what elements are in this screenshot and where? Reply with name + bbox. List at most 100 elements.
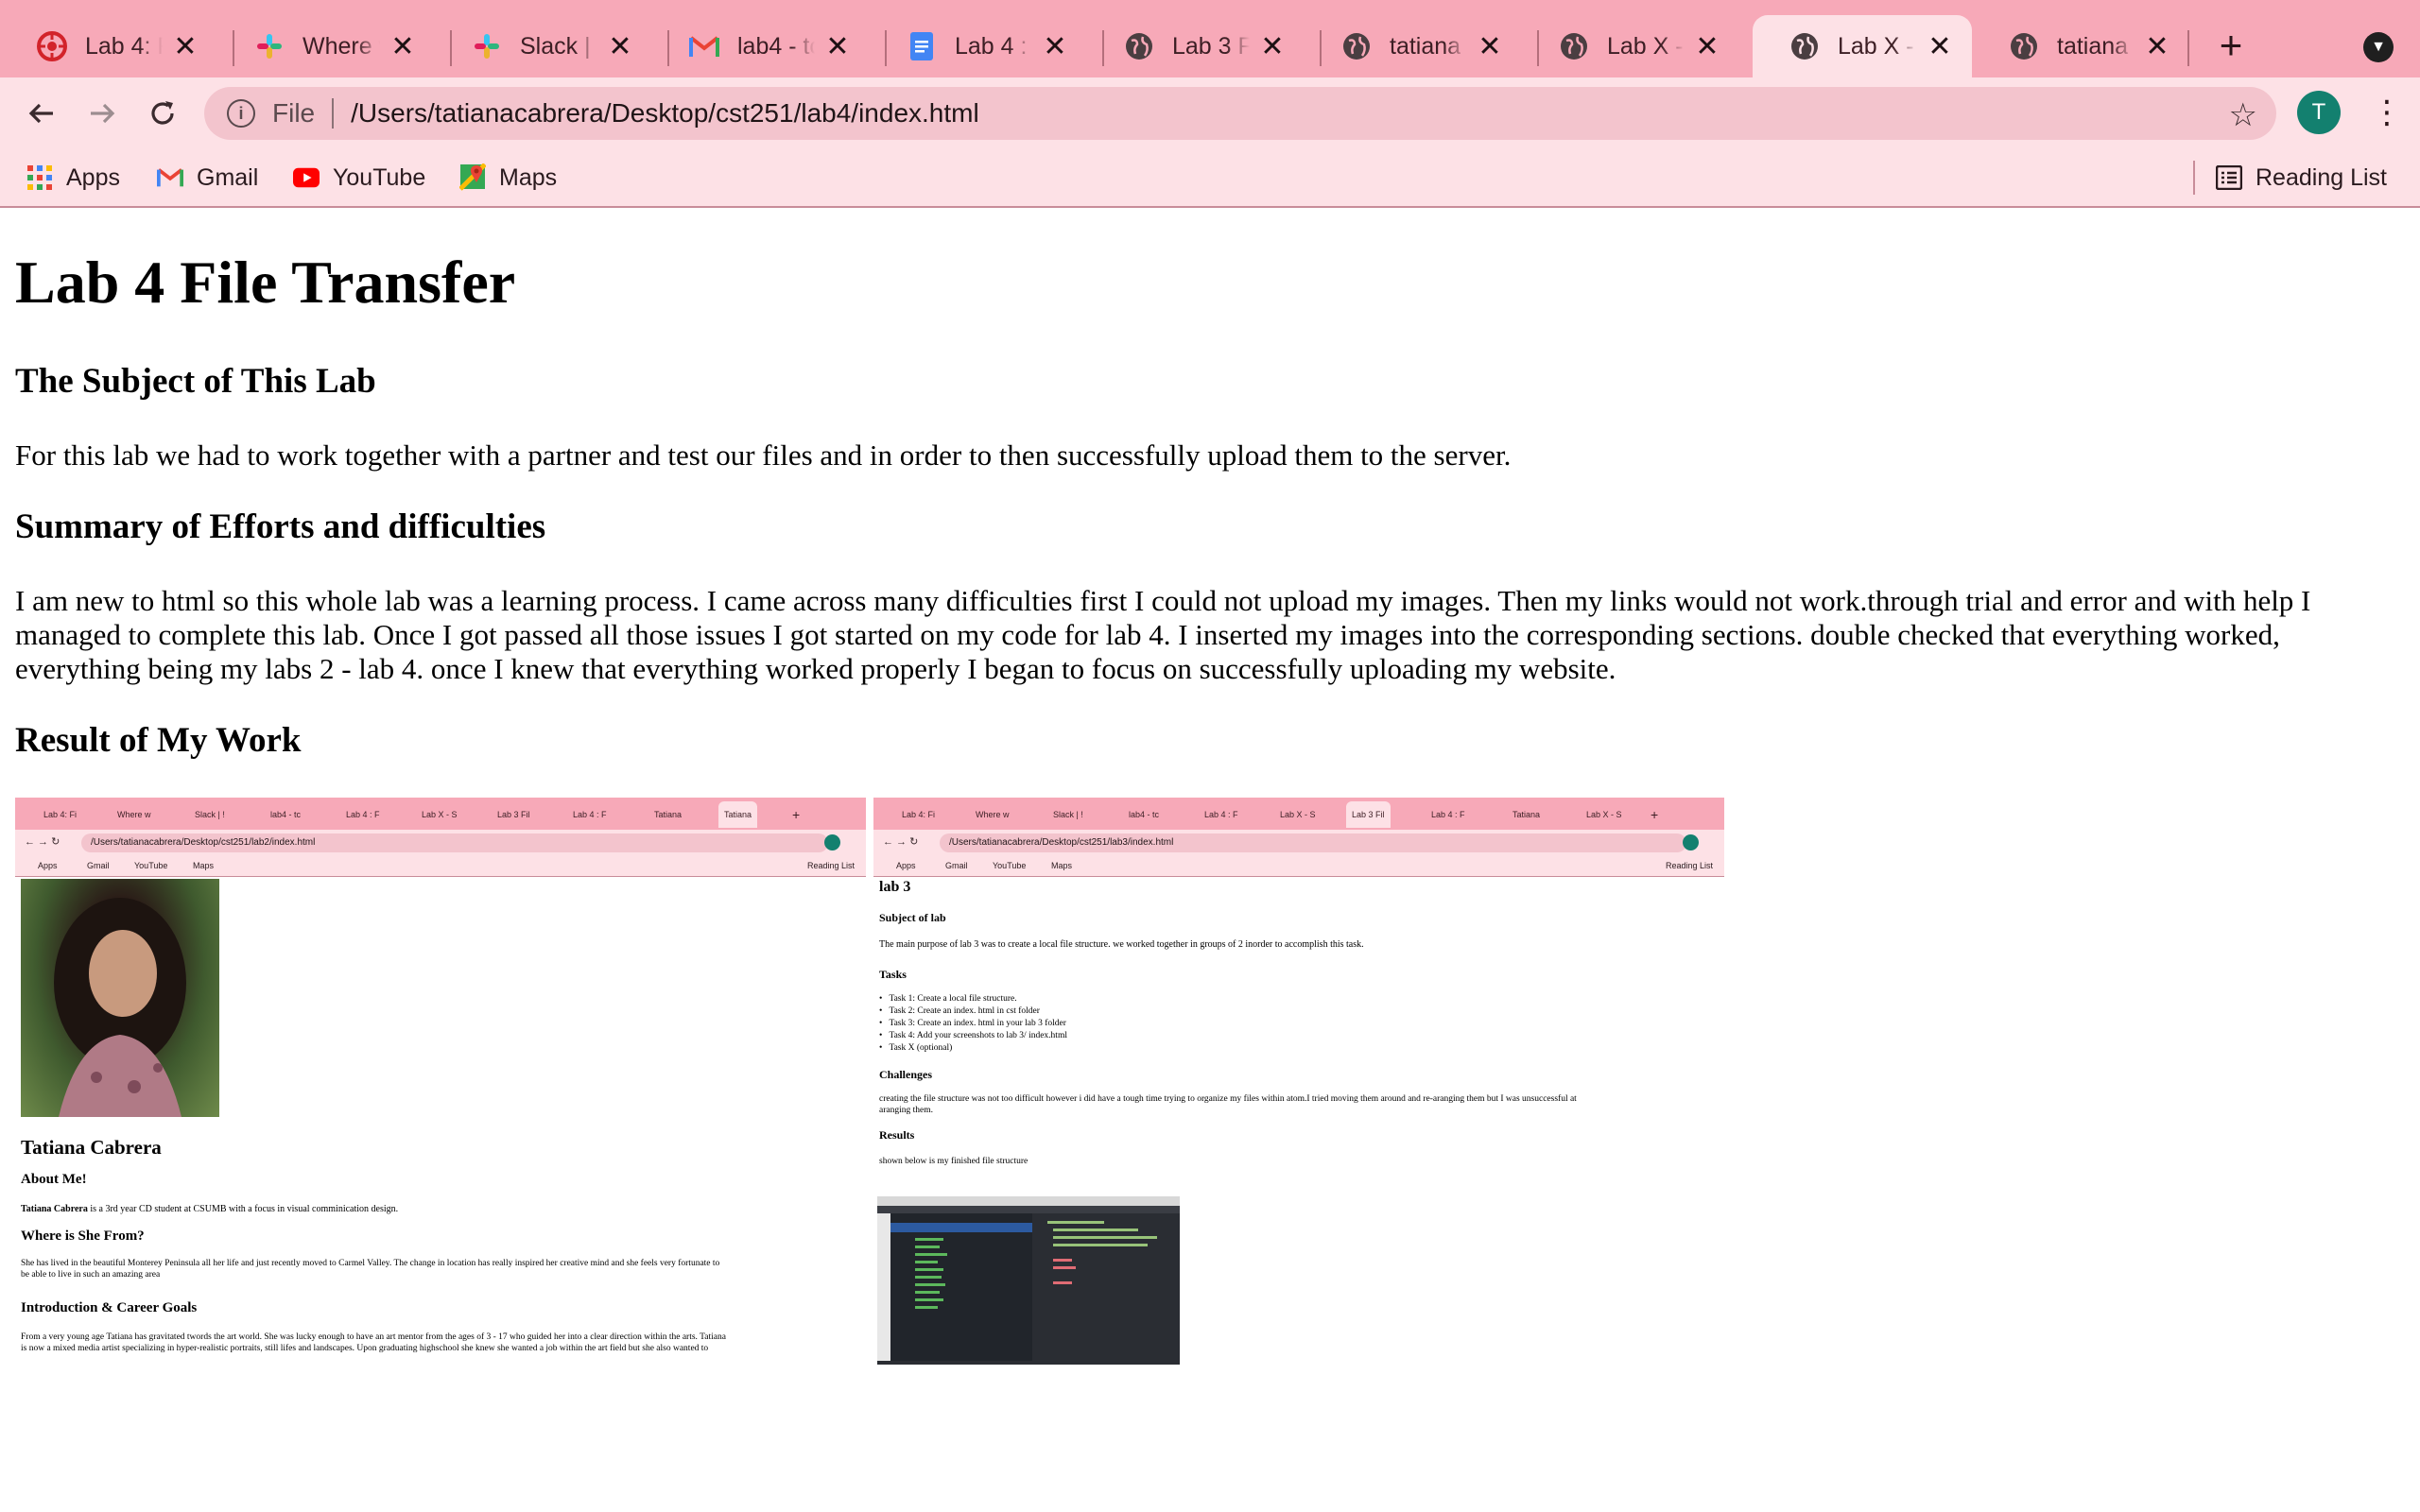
mini-new-tab-icon: + xyxy=(792,807,801,822)
close-icon[interactable]: ✕ xyxy=(1042,31,1068,62)
cstlogo-icon xyxy=(36,30,68,62)
mini-page-body: lab 3 Subject of lab The main purpose of… xyxy=(873,877,1724,1365)
gmail-icon xyxy=(688,30,720,62)
page-title: Lab 4 File Transfer xyxy=(15,249,516,316)
mini-toolbar: ← → ↻ /Users/tatianacabrera/Desktop/cst2… xyxy=(873,830,1724,856)
mini-tab: Lab X - S xyxy=(1280,810,1316,819)
close-icon[interactable]: ✕ xyxy=(389,31,416,62)
mini-tab-strip: Lab 4: Fi Where w Slack | ! lab4 - tc La… xyxy=(15,798,866,830)
mini-challenges-text: aranging them. xyxy=(879,1106,933,1115)
mini-bookmarks-bar: Apps Gmail YouTube Maps Reading List xyxy=(873,856,1724,877)
tab-labx-active[interactable]: Lab X - S ✕ xyxy=(1753,15,1972,77)
slack-icon xyxy=(253,30,285,62)
tab-labx-1[interactable]: Lab X - S ✕ xyxy=(1522,15,1739,77)
mini-about-heading: About Me! xyxy=(21,1172,87,1187)
mini-from-text: be able to live in such an amazing area xyxy=(21,1270,161,1280)
mini-nav-icons: ← → ↻ xyxy=(25,836,60,848)
tab-lab4-file-transfer[interactable]: Lab 4: File Transfer ✕ xyxy=(0,15,217,77)
mini-bookmarks-bar: Apps Gmail YouTube Maps Reading List xyxy=(15,856,866,877)
tab-docs-lab4[interactable]: Lab 4 : Fi ✕ xyxy=(870,15,1087,77)
tab-strip: Lab 4: File Transfer ✕ Where w ✕ Slack |… xyxy=(0,0,2420,77)
tab-tatiana-1[interactable]: tatiana H ✕ xyxy=(1305,15,1522,77)
mini-about-body: is a 3rd year CD student at CSUMB with a… xyxy=(87,1204,399,1214)
reload-icon[interactable] xyxy=(142,93,183,134)
docs-icon xyxy=(906,30,938,62)
mini-intro-text: From a very young age Tatiana has gravit… xyxy=(21,1332,726,1342)
mini-avatar xyxy=(824,834,840,850)
tab-lab3-file[interactable]: Lab 3 File ✕ xyxy=(1087,15,1305,77)
tab-title: Lab 4 : Fi xyxy=(955,32,1032,60)
close-icon[interactable]: ✕ xyxy=(824,31,851,62)
tab-title: Lab X - S xyxy=(1838,32,1917,60)
mini-bookmark: Reading List xyxy=(807,861,856,870)
tab-tatiana-2[interactable]: tatiana H ✕ xyxy=(1972,15,2189,77)
mini-task-item: • Task X (optional) xyxy=(879,1043,953,1053)
bookmark-maps[interactable]: Maps xyxy=(459,161,557,195)
mini-subject-text: The main purpose of lab 3 was to create … xyxy=(879,939,1364,950)
tab-where[interactable]: Where w ✕ xyxy=(217,15,435,77)
tab-title: Where w xyxy=(302,32,380,60)
forward-arrow-icon[interactable] xyxy=(81,93,123,134)
profile-avatar[interactable]: T xyxy=(2297,91,2341,134)
mini-tab: Tatiana xyxy=(1512,810,1541,819)
bookmarks-bar: Apps Gmail YouTube Maps Reading List xyxy=(0,149,2420,208)
mini-results-text: shown below is my finished file structur… xyxy=(879,1157,1028,1166)
close-icon[interactable]: ✕ xyxy=(1259,31,1286,62)
lab2-screenshot: Lab 4: Fi Where w Slack | ! lab4 - tc La… xyxy=(15,798,866,1365)
globe-icon xyxy=(1340,30,1373,62)
mini-tab: lab4 - tc xyxy=(270,810,302,819)
gmail-icon xyxy=(157,164,183,191)
mini-results-heading: Results xyxy=(879,1128,915,1142)
summary-heading: Summary of Efforts and difficulties xyxy=(15,507,546,546)
close-icon[interactable]: ✕ xyxy=(2144,31,2170,62)
tab-title: tatiana H xyxy=(2057,32,2135,60)
tab-search-icon[interactable]: ▼ xyxy=(2363,32,2394,62)
tab-title: Slack | ! xyxy=(520,32,597,60)
tab-title: lab4 - tca xyxy=(737,32,815,60)
mini-bookmark: Apps xyxy=(896,861,916,870)
mini-task-item: • Task 2: Create an index. html in cst f… xyxy=(879,1006,1040,1016)
mini-task-text: Task 3: Create an index. html in your la… xyxy=(889,1019,1066,1028)
close-icon[interactable]: ✕ xyxy=(1477,31,1503,62)
mini-tab: Slack | ! xyxy=(1053,810,1083,819)
mini-new-tab-icon: + xyxy=(1651,807,1659,822)
tab-gmail-lab4[interactable]: lab4 - tca ✕ xyxy=(652,15,870,77)
close-icon[interactable]: ✕ xyxy=(172,31,199,62)
address-url[interactable]: /Users/tatianacabrera/Desktop/cst251/lab… xyxy=(351,98,979,129)
subject-heading: The Subject of This Lab xyxy=(15,362,376,401)
tab-slack[interactable]: Slack | ! ✕ xyxy=(435,15,652,77)
address-scheme-label: File xyxy=(272,98,316,128)
close-icon[interactable]: ✕ xyxy=(607,31,633,62)
bookmark-gmail[interactable]: Gmail xyxy=(157,161,258,195)
address-bar[interactable]: i File /Users/tatianacabrera/Desktop/cst… xyxy=(204,87,2276,140)
mini-tab: lab4 - tc xyxy=(1129,810,1160,819)
mini-task-item: • Task 3: Create an index. html in your … xyxy=(879,1019,1066,1028)
file-structure-screenshot xyxy=(877,1196,1180,1365)
back-arrow-icon[interactable] xyxy=(21,93,62,134)
close-icon[interactable]: ✕ xyxy=(1694,31,1720,62)
menu-kebab-icon[interactable]: ⋮ xyxy=(2371,91,2403,134)
new-tab-icon[interactable]: + xyxy=(2212,26,2250,65)
mini-about-text: Tatiana Cabrera is a 3rd year CD student… xyxy=(21,1204,398,1214)
summary-text: I am new to html so this whole lab was a… xyxy=(15,584,2311,685)
bookmark-apps[interactable]: Apps xyxy=(26,161,120,195)
mini-title: lab 3 xyxy=(879,879,911,895)
bookmark-star-icon[interactable]: ☆ xyxy=(2229,96,2257,134)
mini-toolbar: ← → ↻ /Users/tatianacabrera/Desktop/cst2… xyxy=(15,830,866,856)
info-icon[interactable]: i xyxy=(227,99,255,128)
mini-tab: Lab 4 : F xyxy=(346,810,380,819)
mini-challenges-heading: Challenges xyxy=(879,1068,933,1081)
mini-bookmark: Apps xyxy=(38,861,58,870)
mini-address-bar: /Users/tatianacabrera/Desktop/cst251/lab… xyxy=(940,833,1686,852)
mini-bookmark: Gmail xyxy=(945,861,968,870)
bookmark-label: Gmail xyxy=(197,163,259,191)
mini-task-item: • Task 1: Create a local file structure. xyxy=(879,994,1017,1004)
reading-list-button[interactable]: Reading List xyxy=(2216,161,2387,195)
globe-icon xyxy=(1789,30,1821,62)
globe-icon xyxy=(1558,30,1590,62)
address-divider xyxy=(332,98,335,129)
close-icon[interactable]: ✕ xyxy=(1927,31,1953,62)
bookmark-youtube[interactable]: YouTube xyxy=(293,161,425,195)
mini-tab: Lab 4: Fi xyxy=(43,810,78,819)
mini-avatar xyxy=(1683,834,1699,850)
